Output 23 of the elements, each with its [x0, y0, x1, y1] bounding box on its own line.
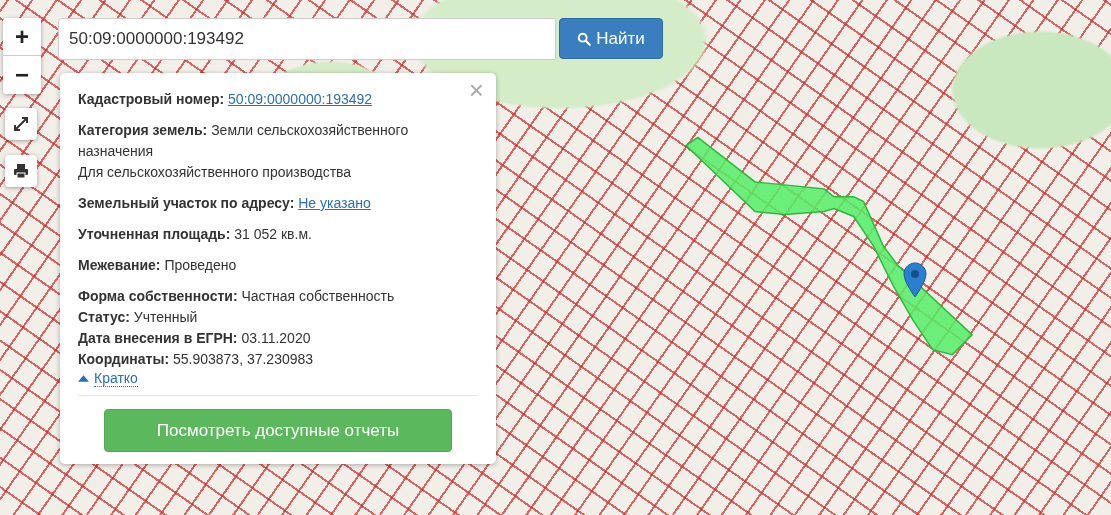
printer-icon [13, 163, 29, 179]
field-link[interactable]: 50:09:0000000:193492 [228, 91, 373, 107]
zoom-out-button[interactable]: − [3, 56, 41, 94]
field-text: Для сельскохозяйственного производства [78, 164, 352, 180]
field-label: Земельный участок по адресу: [78, 195, 295, 211]
field-text: Уточненная площадь: 31 052 кв.м. [78, 226, 312, 242]
search-icon [577, 31, 592, 46]
fullscreen-button[interactable] [5, 108, 37, 140]
field-text: Межевание: Проведено [78, 257, 237, 273]
collapse-link[interactable]: Кратко [94, 370, 138, 387]
zoom-in-button[interactable]: + [3, 18, 41, 56]
field-text: Координаты: 55.903873, 37.230983 [78, 351, 314, 367]
search-button[interactable]: Найти [559, 18, 663, 59]
print-button[interactable] [5, 155, 37, 187]
field-label: Кадастровый номер: [78, 91, 225, 107]
field-text: Дата внесения в ЕГРН: 03.11.2020 [78, 330, 311, 346]
field-link[interactable]: Не указано [298, 195, 371, 211]
field-text: Статус: Учтенный [78, 309, 198, 325]
expand-icon [13, 116, 29, 132]
field-text: Категория земель: Земли сельскохозяйственного назначения [78, 122, 409, 159]
field-text: Форма собственности: Частная собственность [78, 288, 395, 304]
map-pin-icon [903, 262, 927, 298]
search-field[interactable]: 50:09:0000000:193492 [58, 18, 556, 60]
